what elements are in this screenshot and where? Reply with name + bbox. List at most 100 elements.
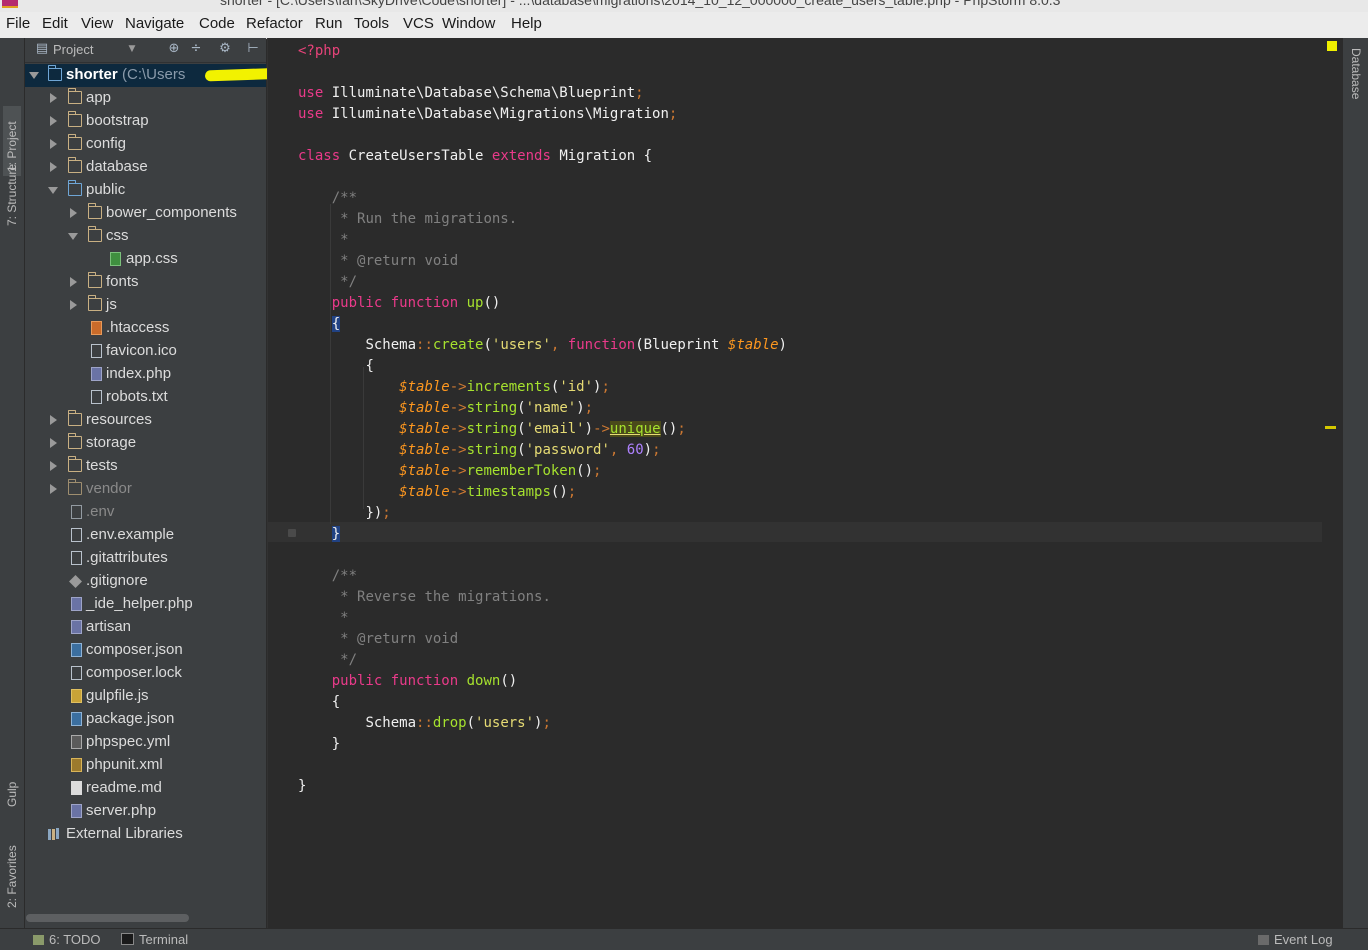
tree-item-public[interactable]: public	[25, 179, 266, 202]
tree-item-label: .gitattributes	[86, 549, 168, 566]
scroll-from-source-icon[interactable]: ⊕	[167, 42, 181, 56]
string-literal: 'password'	[525, 442, 610, 458]
menu-help[interactable]: Help	[511, 15, 542, 32]
tree-item-label: fonts	[106, 273, 139, 290]
folder-icon	[67, 479, 82, 495]
tab-database[interactable]: Database	[1345, 46, 1367, 126]
chevron-right-icon[interactable]	[50, 162, 57, 172]
tree-item-phpspec[interactable]: phpspec.yml	[25, 731, 266, 754]
tree-item-label: js	[106, 296, 117, 313]
tree-item-robots-txt[interactable]: robots.txt	[25, 386, 266, 409]
chevron-right-icon[interactable]	[50, 415, 57, 425]
tree-item-package-json[interactable]: package.json	[25, 708, 266, 731]
chevron-down-icon[interactable]	[29, 72, 39, 79]
terminal-tab[interactable]: Terminal	[121, 932, 188, 947]
use-statement-blueprint: Illuminate\Database\Schema\Blueprint	[331, 85, 636, 101]
menu-file[interactable]: File	[6, 15, 30, 32]
tree-item-readme[interactable]: readme.md	[25, 777, 266, 800]
tree-item-gulpfile[interactable]: gulpfile.js	[25, 685, 266, 708]
tree-item-label: .env	[86, 503, 115, 520]
tree-item-index-php[interactable]: index.php	[25, 363, 266, 386]
chevron-right-icon[interactable]	[50, 438, 57, 448]
chevron-right-icon[interactable]	[70, 277, 77, 287]
method-name-down: down	[466, 673, 501, 689]
yml-file-icon	[71, 735, 82, 749]
class-name: CreateUsersTable	[348, 148, 484, 164]
chevron-right-icon[interactable]	[50, 139, 57, 149]
tree-item-artisan[interactable]: artisan	[25, 616, 266, 639]
warning-status-icon[interactable]	[1327, 41, 1337, 51]
tree-item-js[interactable]: js	[25, 294, 266, 317]
folder-icon	[87, 226, 102, 242]
chevron-down-icon[interactable]	[68, 233, 78, 240]
tab-gulp[interactable]: Gulp	[3, 763, 21, 811]
tree-item-config[interactable]: config	[25, 133, 266, 156]
tree-item-phpunit[interactable]: phpunit.xml	[25, 754, 266, 777]
tree-item-app-css[interactable]: app.css	[25, 248, 266, 271]
chevron-right-icon[interactable]	[70, 300, 77, 310]
folder-icon	[67, 410, 82, 426]
chevron-down-icon[interactable]	[48, 187, 58, 194]
chevron-right-icon[interactable]	[50, 461, 57, 471]
menu-window[interactable]: Window	[442, 15, 495, 32]
tree-item-label: shorter	[66, 66, 118, 83]
code-editor[interactable]: <?php use Illuminate\Database\Schema\Blu…	[267, 38, 1323, 928]
tree-item-bootstrap[interactable]: bootstrap	[25, 110, 266, 133]
js-file-icon	[71, 689, 82, 703]
string-literal: 'id'	[559, 379, 594, 395]
chevron-down-icon[interactable]: ▼	[125, 42, 139, 56]
menu-view[interactable]: View	[81, 15, 113, 32]
git-file-icon	[69, 575, 82, 588]
tree-item-app[interactable]: app	[25, 87, 266, 110]
hide-panel-icon[interactable]: ⊢	[246, 42, 260, 56]
menu-refactor[interactable]: Refactor	[246, 15, 303, 32]
tree-item-gitattributes[interactable]: .gitattributes	[25, 547, 266, 570]
project-view-selector[interactable]: Project	[53, 42, 93, 57]
chevron-right-icon[interactable]	[50, 93, 57, 103]
tree-item-composer-lock[interactable]: composer.lock	[25, 662, 266, 685]
menu-code[interactable]: Code	[199, 15, 235, 32]
tree-item-composer-json[interactable]: composer.json	[25, 639, 266, 662]
tree-item-env-example[interactable]: .env.example	[25, 524, 266, 547]
todo-tab[interactable]: 6: TODO	[33, 932, 101, 947]
tree-item-label: public	[86, 181, 126, 198]
collapse-all-icon[interactable]: ÷	[189, 42, 203, 56]
tree-item-htaccess[interactable]: .htaccess	[25, 317, 266, 340]
fold-marker-icon[interactable]	[288, 529, 296, 537]
gear-icon[interactable]: ⚙	[218, 42, 232, 56]
tree-item-tests[interactable]: tests	[25, 455, 266, 478]
tree-item-external-libraries[interactable]: External Libraries	[25, 823, 266, 846]
php-file-icon	[71, 804, 82, 818]
chevron-right-icon[interactable]	[50, 116, 57, 126]
tree-item-storage[interactable]: storage	[25, 432, 266, 455]
tree-item-env[interactable]: .env	[25, 501, 266, 524]
tree-item-ide-helper[interactable]: _ide_helper.php	[25, 593, 266, 616]
css-file-icon	[110, 252, 121, 266]
chevron-right-icon[interactable]	[50, 484, 57, 494]
menu-navigate[interactable]: Navigate	[125, 15, 184, 32]
tree-item-fonts[interactable]: fonts	[25, 271, 266, 294]
chevron-right-icon[interactable]	[70, 208, 77, 218]
editor-gutter	[268, 38, 296, 928]
tree-item-css[interactable]: css	[25, 225, 266, 248]
event-log-tab[interactable]: Event Log	[1258, 932, 1333, 947]
warning-marker[interactable]	[1325, 426, 1336, 429]
doc-comment-down: * Reverse the migrations.	[340, 589, 551, 605]
tree-item-label: phpspec.yml	[86, 733, 171, 750]
tab-structure[interactable]: 7: Structure	[3, 140, 21, 230]
project-horizontal-scrollbar[interactable]	[26, 914, 189, 922]
tree-item-favicon[interactable]: favicon.ico	[25, 340, 266, 363]
tree-item-vendor[interactable]: vendor	[25, 478, 266, 501]
menu-run[interactable]: Run	[315, 15, 343, 32]
tab-favorites[interactable]: 2: Favorites	[3, 830, 21, 912]
menu-edit[interactable]: Edit	[42, 15, 68, 32]
tree-item-bower-components[interactable]: bower_components	[25, 202, 266, 225]
tree-item-database[interactable]: database	[25, 156, 266, 179]
tree-item-server-php[interactable]: server.php	[25, 800, 266, 823]
menu-tools[interactable]: Tools	[354, 15, 389, 32]
menu-vcs[interactable]: VCS	[403, 15, 434, 32]
tree-item-label: css	[106, 227, 129, 244]
tree-root-shorter[interactable]: shorter (C:\Users	[25, 64, 288, 87]
tree-item-resources[interactable]: resources	[25, 409, 266, 432]
tree-item-gitignore[interactable]: .gitignore	[25, 570, 266, 593]
